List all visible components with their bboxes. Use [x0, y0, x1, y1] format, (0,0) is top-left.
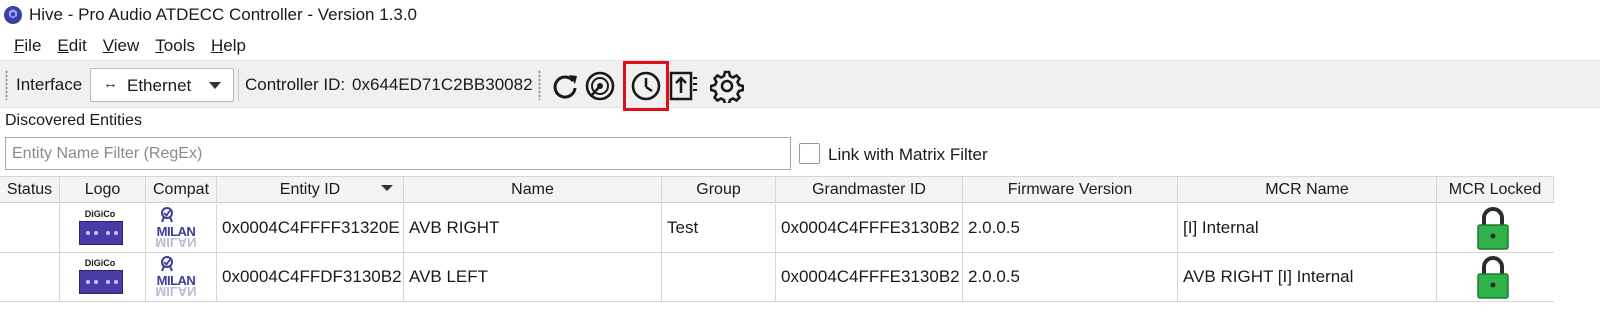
menu-file[interactable]: File — [6, 36, 49, 56]
menu-bar: File Edit View Tools Help — [0, 32, 1600, 60]
column-header-group[interactable]: Group — [662, 177, 776, 203]
digico-logo-icon: DiGiCo — [78, 258, 123, 300]
interface-dropdown[interactable]: ↔ Ethernet — [90, 68, 234, 102]
cell-grandmaster-id: 0x0004C4FFFE3130B2 — [776, 204, 963, 252]
device-image — [79, 270, 123, 294]
menu-help[interactable]: Help — [203, 36, 254, 56]
clock-icon-highlight — [623, 61, 669, 111]
link-matrix-filter-label: Link with Matrix Filter — [828, 145, 988, 164]
cell-entity-id: 0x0004C4FFFF31320E — [217, 204, 404, 252]
settings-gear-icon[interactable] — [710, 69, 744, 103]
toolbar-grip[interactable] — [5, 70, 8, 100]
refresh-icon[interactable] — [548, 69, 582, 103]
entity-name-filter-input[interactable] — [5, 137, 791, 170]
window-title: Hive - Pro Audio ATDECC Controller - Ver… — [29, 5, 418, 24]
column-header-mcr-locked[interactable]: MCR Locked — [1437, 177, 1554, 203]
column-header-status[interactable]: Status — [0, 177, 60, 203]
milan-badge-icon — [161, 256, 173, 272]
column-header-entity-id-label: Entity ID — [279, 181, 341, 198]
cell-entity-id: 0x0004C4FFDF3130B2 — [217, 253, 404, 301]
link-matrix-filter-checkbox[interactable] — [799, 143, 820, 164]
logo-brand-text: DiGiCo — [84, 209, 116, 219]
menu-view[interactable]: View — [95, 36, 148, 56]
cell-firmware-version: 2.0.0.5 — [963, 204, 1178, 252]
milan-reflection: MILAN — [155, 284, 197, 299]
menu-edit[interactable]: Edit — [49, 36, 94, 56]
toolbar-grip-2[interactable] — [538, 70, 541, 100]
menu-file-label-rest: ile — [24, 36, 42, 55]
table-header: Status Logo Compat Entity ID Name Group … — [0, 176, 1554, 203]
cell-firmware-version: 2.0.0.5 — [963, 253, 1178, 301]
menu-edit-mnemonic: E — [57, 36, 69, 55]
menu-file-mnemonic: F — [14, 36, 25, 55]
column-header-mcr-name[interactable]: MCR Name — [1178, 177, 1437, 203]
digico-logo-icon: DiGiCo — [78, 209, 123, 251]
cell-status — [0, 204, 60, 252]
interface-label: Interface — [16, 75, 83, 94]
logo-brand-text: DiGiCo — [84, 258, 116, 268]
column-header-entity-id[interactable]: Entity ID — [217, 177, 404, 203]
title-bar: Hive - Pro Audio ATDECC Controller - Ver… — [0, 0, 1600, 30]
column-header-logo[interactable]: Logo — [60, 177, 146, 203]
cell-logo: DiGiCo — [60, 253, 146, 301]
menu-help-mnemonic: H — [210, 36, 224, 55]
ethernet-arrows-icon: ↔ — [103, 75, 118, 92]
sort-descending-icon — [381, 185, 393, 191]
menu-help-label-rest: elp — [223, 36, 246, 55]
cell-compat: MILAN MILAN — [146, 253, 217, 301]
menu-tools-mnemonic: T — [155, 36, 164, 55]
menu-tools-label-rest: ools — [163, 36, 195, 55]
menu-view-label-rest: iew — [113, 36, 140, 55]
menu-tools[interactable]: Tools — [147, 36, 203, 56]
column-header-firmware-version[interactable]: Firmware Version — [963, 177, 1178, 203]
discovered-entities-label: Discovered Entities — [5, 112, 142, 129]
cell-logo: DiGiCo — [60, 204, 146, 252]
cell-grandmaster-id: 0x0004C4FFFE3130B2 — [776, 253, 963, 301]
lock-icon — [1477, 256, 1509, 299]
column-header-name[interactable]: Name — [404, 177, 662, 203]
column-header-compat[interactable]: Compat — [146, 177, 217, 203]
lock-icon — [1477, 207, 1509, 250]
table-row[interactable]: DiGiCo MILAN MILAN 0x0004C4FFFF31320E AV… — [0, 204, 1554, 253]
table-row[interactable]: DiGiCo MILAN MILAN 0x0004C4FFDF3130B2 AV… — [0, 253, 1554, 302]
controller-id-value: 0x644ED71C2BB30082 — [352, 75, 533, 94]
cell-mcr-name: AVB RIGHT [I] Internal — [1178, 253, 1437, 301]
cell-compat: MILAN MILAN — [146, 204, 217, 252]
interface-selected-value: Ethernet — [127, 76, 192, 95]
cell-group — [662, 253, 776, 301]
milan-badge-icon — [161, 207, 173, 223]
column-header-grandmaster-id[interactable]: Grandmaster ID — [776, 177, 963, 203]
toolbar: Interface ↔ Ethernet Controller ID: 0x64… — [0, 60, 1600, 111]
cell-status — [0, 253, 60, 301]
discover-icon[interactable] — [583, 69, 617, 103]
hive-app-icon — [4, 6, 22, 24]
cell-group: Test — [662, 204, 776, 252]
milan-reflection: MILAN — [155, 235, 197, 250]
menu-view-mnemonic: V — [102, 36, 114, 55]
cell-mcr-name: [I] Internal — [1178, 204, 1437, 252]
upload-icon[interactable] — [666, 69, 700, 103]
toolbar-separator — [238, 69, 239, 101]
cell-name: AVB RIGHT — [404, 204, 662, 252]
cell-name: AVB LEFT — [404, 253, 662, 301]
device-image — [79, 221, 123, 245]
chevron-down-icon — [209, 82, 221, 89]
milan-compat-icon: MILAN MILAN — [154, 256, 198, 300]
controller-id-label: Controller ID: — [245, 75, 346, 94]
menu-edit-label-rest: dit — [68, 36, 87, 55]
milan-compat-icon: MILAN MILAN — [154, 207, 198, 251]
